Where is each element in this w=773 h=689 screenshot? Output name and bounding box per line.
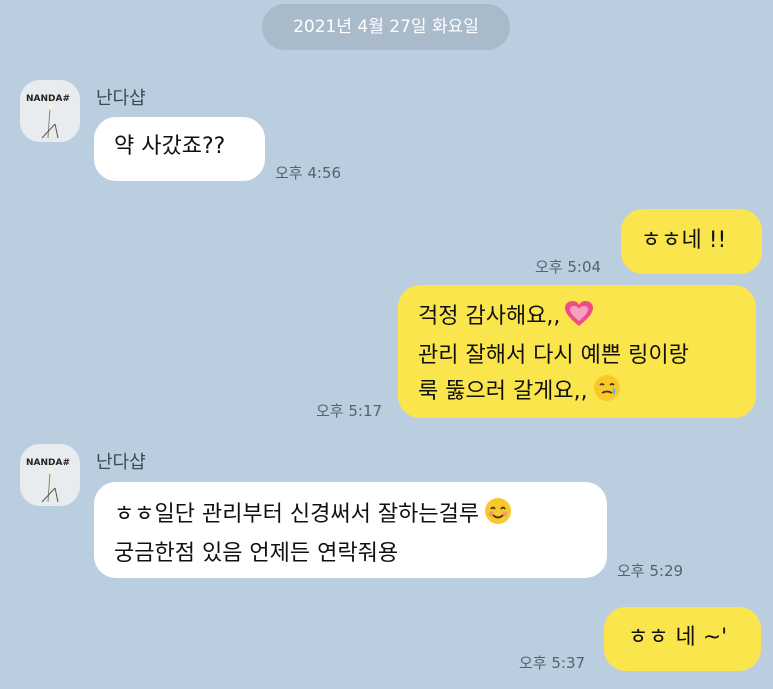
message-text: ㅎㅎ 네 ~' [628,625,728,650]
message-time: 오후 5:29 [617,562,684,580]
smiling-emoji [483,496,513,537]
message-text: ㅎㅎ네 !! [641,228,727,253]
message-time: 오후 5:17 [316,402,383,420]
message-time: 오후 4:56 [275,164,342,182]
date-divider: 2021년 4월 27일 화요일 [262,4,510,50]
avatar-logo-text: NANDA# [26,94,70,104]
message-line: ㅎㅎ일단 관리부터 신경써서 잘하는걸루 [114,496,607,537]
sender-avatar[interactable]: NANDA# [20,80,80,142]
outgoing-message-bubble[interactable]: ㅎㅎ네 !! [621,209,762,274]
tearful-smile-emoji [592,373,622,414]
outgoing-message-bubble[interactable]: 걱정 감사해요,, 관리 잘해서 다시 예쁜 링이랑 룩 뚫으러 갈게요,, [398,285,756,418]
sender-name: 난다샵 [96,88,146,109]
incoming-message-bubble[interactable]: ㅎㅎ일단 관리부터 신경써서 잘하는걸루 궁금한점 있음 언제든 연락줘용 [94,482,607,578]
avatar-logo-text: NANDA# [26,458,70,468]
message-text: 걱정 감사해요,, [418,304,561,329]
message-text: 관리 잘해서 다시 예쁜 링이랑 [418,343,689,368]
message-time: 오후 5:04 [535,258,602,276]
incoming-message-bubble[interactable]: 약 사갔죠?? [94,117,265,181]
outgoing-message-bubble[interactable]: ㅎㅎ 네 ~' [604,607,761,671]
message-time: 오후 5:37 [519,654,586,672]
message-line: 룩 뚫으러 갈게요,, [418,373,756,414]
message-text: ㅎㅎ일단 관리부터 신경써서 잘하는걸루 [114,502,480,527]
sender-avatar[interactable]: NANDA# [20,444,80,506]
message-text: 약 사갔죠?? [114,134,226,159]
message-line: 걱정 감사해요,, [418,300,756,339]
sender-name: 난다샵 [96,452,146,473]
heart-emoji [564,300,594,339]
message-text: 룩 뚫으러 갈게요,, [418,379,588,404]
message-text: 궁금한점 있음 언제든 연락줘용 [114,541,399,566]
